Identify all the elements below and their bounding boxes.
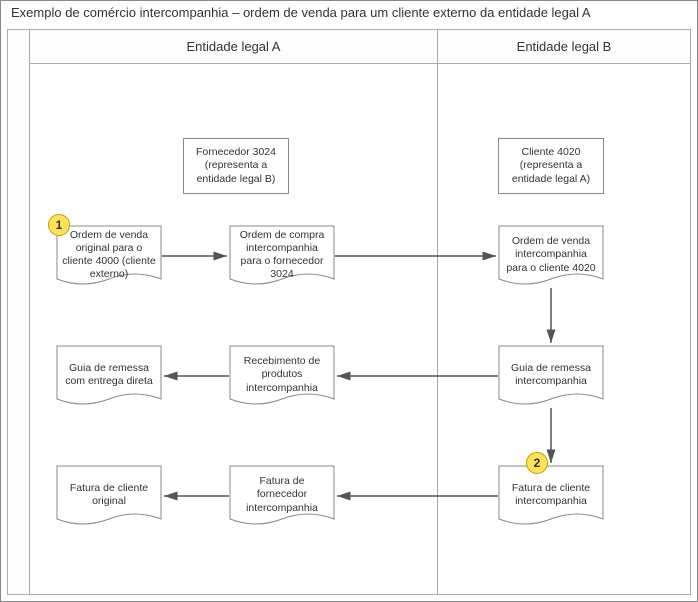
doc-fatura-cliente-inter: Fatura de cliente intercompanhia <box>498 465 604 531</box>
doc-fatura-fornecedor-inter: Fatura de fornecedor intercompanhia <box>229 465 335 531</box>
doc-label: Recebimento de produtos intercompanhia <box>235 351 329 399</box>
column-header-a: Entidade legal A <box>30 30 437 64</box>
doc-label: Fatura de cliente intercompanhia <box>504 471 598 519</box>
doc-label: Fatura de cliente original <box>62 471 156 519</box>
column-header-b: Entidade legal B <box>438 30 690 64</box>
box-fornecedor-3024: Fornecedor 3024 (representa a entidade l… <box>183 138 289 194</box>
box-cliente-4020: Cliente 4020 (representa a entidade lega… <box>498 138 604 194</box>
doc-ordem-venda-original: Ordem de venda original para o cliente 4… <box>56 225 162 291</box>
doc-label: Ordem de compra intercompanhia para o fo… <box>235 231 329 279</box>
doc-fatura-cliente-original: Fatura de cliente original <box>56 465 162 531</box>
box-label: Fornecedor 3024 (representa a entidade l… <box>190 146 282 185</box>
diagram-title: Exemplo de comércio intercompanhia – ord… <box>1 5 697 20</box>
diagram-inner: Entidade legal A Entidade legal B Fornec… <box>7 29 691 595</box>
doc-label: Guia de remessa intercompanhia <box>504 351 598 399</box>
doc-ordem-compra-inter: Ordem de compra intercompanhia para o fo… <box>229 225 335 291</box>
doc-ordem-venda-inter: Ordem de venda intercompanhia para o cli… <box>498 225 604 291</box>
doc-recebimento-produtos: Recebimento de produtos intercompanhia <box>229 345 335 411</box>
doc-label: Ordem de venda intercompanhia para o cli… <box>504 231 598 279</box>
box-label: Cliente 4020 (representa a entidade lega… <box>505 146 597 185</box>
badge-1: 1 <box>48 214 70 236</box>
doc-label: Guia de remessa com entrega direta <box>62 351 156 399</box>
doc-label: Fatura de fornecedor intercompanhia <box>235 471 329 519</box>
doc-guia-remessa-inter: Guia de remessa intercompanhia <box>498 345 604 411</box>
left-strip <box>8 30 30 594</box>
diagram-canvas: Exemplo de comércio intercompanhia – ord… <box>0 0 698 602</box>
badge-2: 2 <box>526 452 548 474</box>
doc-guia-remessa-direta: Guia de remessa com entrega direta <box>56 345 162 411</box>
doc-label: Ordem de venda original para o cliente 4… <box>62 231 156 279</box>
